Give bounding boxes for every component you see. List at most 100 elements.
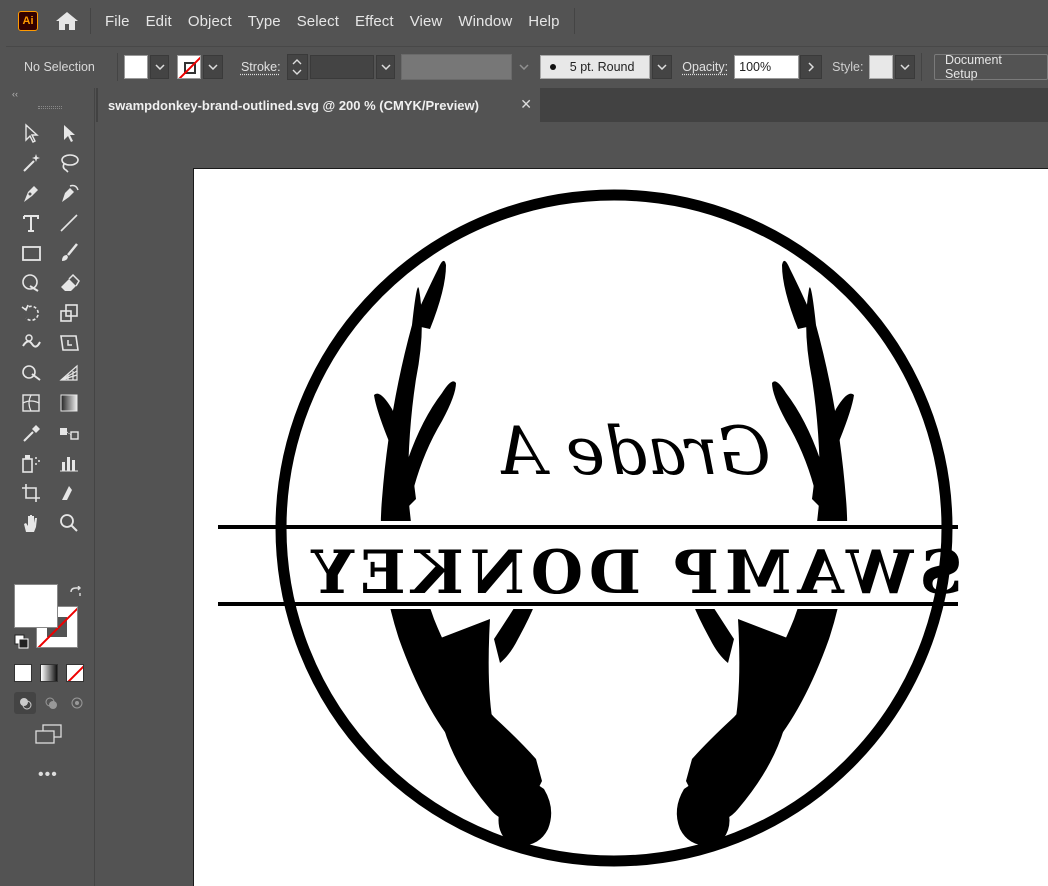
eraser-icon <box>61 273 80 291</box>
curvature-tool[interactable] <box>50 178 88 208</box>
brush-dot-icon <box>549 63 556 70</box>
swamp-donkey-brand-artwork[interactable]: SWAMP DONKEY Grade A <box>194 169 1048 886</box>
screen-mode-icon[interactable] <box>34 724 64 746</box>
stroke-label[interactable]: Stroke: <box>241 60 281 74</box>
shaper-tool[interactable] <box>12 268 50 298</box>
edit-toolbar-more[interactable]: ••• <box>38 766 58 784</box>
opacity-label[interactable]: Opacity: <box>682 60 728 74</box>
magic-wand-tool[interactable] <box>12 148 50 178</box>
swap-fill-stroke-icon[interactable] <box>68 586 84 602</box>
menu-divider <box>573 8 575 34</box>
fill-dropdown[interactable] <box>149 54 170 79</box>
divider <box>920 52 922 81</box>
selection-arrow-outline-icon <box>25 123 39 143</box>
slice-tool[interactable] <box>50 478 88 508</box>
gradient-tool[interactable] <box>50 388 88 418</box>
draw-normal-icon <box>20 698 32 710</box>
shape-builder-tool[interactable] <box>12 358 50 388</box>
pen-tool[interactable] <box>12 178 50 208</box>
type-t-icon <box>23 215 39 232</box>
right-antler-base <box>684 619 791 823</box>
paintbrush-tool[interactable] <box>50 238 88 268</box>
collapse-panel-button[interactable]: ‹‹ <box>6 88 94 100</box>
rectangle-tool[interactable] <box>12 238 50 268</box>
banner-top-line <box>218 525 958 529</box>
draw-normal-button[interactable] <box>14 692 36 714</box>
rotate-tool[interactable] <box>12 298 50 328</box>
draw-behind-button[interactable] <box>40 692 62 714</box>
gradient-icon <box>60 394 78 412</box>
control-bar: No Selection Stroke: 5 pt. Round Opacity… <box>6 46 1048 86</box>
variable-width-profile[interactable] <box>401 53 513 80</box>
default-fill-stroke-icon[interactable] <box>14 634 30 650</box>
gradient-button[interactable] <box>40 664 58 682</box>
rectangle-icon <box>22 246 41 261</box>
rotate-icon <box>21 304 39 322</box>
artboard[interactable]: SWAMP DONKEY Grade A <box>193 168 1048 886</box>
document-setup-button[interactable]: Document Setup <box>933 53 1048 81</box>
draw-inside-icon <box>71 697 83 709</box>
menu-view[interactable]: View <box>410 13 443 30</box>
menu-effect[interactable]: Effect <box>355 13 394 30</box>
menu-select[interactable]: Select <box>297 13 339 30</box>
eraser-tool[interactable] <box>50 268 88 298</box>
menu-type[interactable]: Type <box>248 13 281 30</box>
lasso-icon <box>61 154 79 173</box>
home-icon[interactable] <box>54 9 80 33</box>
fill-color-box[interactable] <box>14 584 58 628</box>
free-transform-tool[interactable] <box>50 328 88 358</box>
close-icon[interactable]: ✕ <box>520 96 532 113</box>
pen-nib-icon <box>24 186 38 202</box>
menu-window[interactable]: Window <box>458 13 512 30</box>
blend-tool[interactable] <box>50 418 88 448</box>
document-tab[interactable]: swampdonkey-brand-outlined.svg @ 200 % (… <box>98 88 540 122</box>
opacity-input[interactable]: 100% <box>734 54 800 79</box>
stroke-weight-input[interactable] <box>310 54 374 79</box>
stroke-swatch[interactable] <box>177 54 202 79</box>
column-graph-tool[interactable] <box>50 448 88 478</box>
tool-grid <box>6 118 94 538</box>
banner-text: SWAMP DONKEY <box>305 538 963 608</box>
eyedropper-tool[interactable] <box>12 418 50 448</box>
perspective-grid-tool[interactable] <box>50 358 88 388</box>
line-segment-tool[interactable] <box>50 208 88 238</box>
warp-tool[interactable] <box>12 328 50 358</box>
type-tool[interactable] <box>12 208 50 238</box>
canvas-area[interactable]: SWAMP DONKEY Grade A <box>96 122 1048 886</box>
shape-builder-icon <box>22 365 41 381</box>
scale-icon <box>60 304 78 322</box>
mesh-tool[interactable] <box>12 388 50 418</box>
menu-edit[interactable]: Edit <box>146 13 172 30</box>
stroke-dropdown[interactable] <box>203 54 223 79</box>
color-button[interactable] <box>14 664 32 682</box>
hand-tool[interactable] <box>12 508 50 538</box>
scale-tool[interactable] <box>50 298 88 328</box>
magic-wand-icon <box>23 154 40 172</box>
draw-mode-row <box>14 692 88 714</box>
menu-file[interactable]: File <box>105 13 130 30</box>
stroke-weight-dropdown[interactable] <box>375 54 396 79</box>
stroke-weight-stepper[interactable] <box>286 53 309 80</box>
none-button[interactable] <box>66 664 84 682</box>
paintbrush-icon <box>62 243 78 261</box>
selection-tool[interactable] <box>12 118 50 148</box>
selection-arrow-filled-icon <box>64 125 75 142</box>
menu-object[interactable]: Object <box>188 13 232 30</box>
draw-inside-button[interactable] <box>66 692 88 714</box>
zoom-tool[interactable] <box>50 508 88 538</box>
direct-selection-tool[interactable] <box>50 118 88 148</box>
fill-swatch[interactable] <box>123 54 148 79</box>
panel-grip[interactable] <box>6 100 94 114</box>
menu-list: File Edit Object Type Select Effect View… <box>90 8 576 34</box>
lasso-tool[interactable] <box>50 148 88 178</box>
graphic-style-swatch[interactable] <box>869 54 894 79</box>
none-slash-icon <box>67 665 83 681</box>
brush-dropdown[interactable] <box>652 54 673 79</box>
zoom-magnifier-icon <box>60 514 78 532</box>
symbol-sprayer-tool[interactable] <box>12 448 50 478</box>
opacity-slider-button[interactable] <box>800 54 823 79</box>
style-dropdown[interactable] <box>895 54 915 79</box>
brush-definition[interactable]: 5 pt. Round <box>539 54 651 79</box>
artboard-tool[interactable] <box>12 478 50 508</box>
menu-help[interactable]: Help <box>528 13 559 30</box>
